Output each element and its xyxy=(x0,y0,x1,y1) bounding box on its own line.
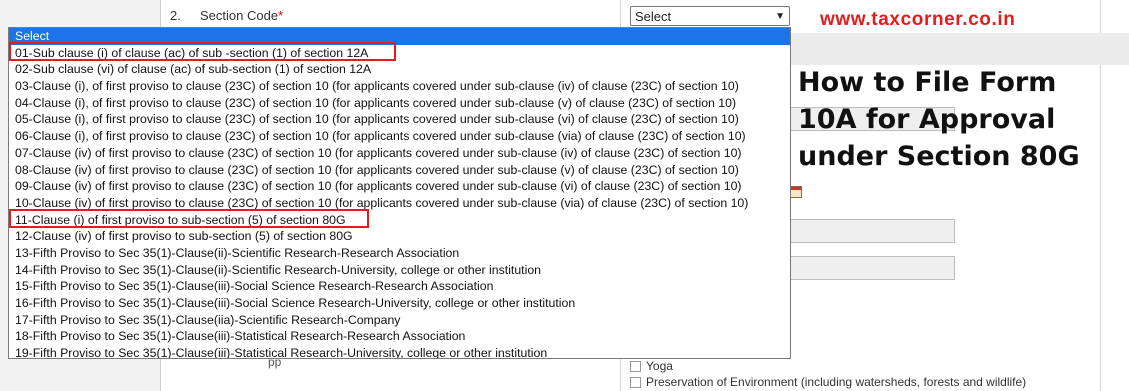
dropdown-option[interactable]: 08-Clause (iv) of first proviso to claus… xyxy=(9,162,790,179)
dropdown-option[interactable]: 11-Clause (i) of first proviso to sub-se… xyxy=(9,212,790,229)
dropdown-option[interactable]: 13-Fifth Proviso to Sec 35(1)-Clause(ii)… xyxy=(9,245,790,262)
dropdown-option[interactable]: 19-Fifth Proviso to Sec 35(1)-Clause(iii… xyxy=(9,345,790,358)
required-mark: * xyxy=(278,8,284,23)
dropdown-option[interactable]: 10-Clause (iv) of first proviso to claus… xyxy=(9,195,790,212)
article-heading: How to File Form 10A for Approval under … xyxy=(798,64,1118,175)
row-number: 2. xyxy=(170,8,181,23)
background-input-field-3[interactable] xyxy=(790,256,955,280)
section-code-select-value: Select xyxy=(635,8,672,24)
dropdown-option[interactable]: 04-Clause (i), of first proviso to claus… xyxy=(9,95,790,112)
heading-line: How to File Form xyxy=(798,67,1057,98)
dropdown-option[interactable]: 02-Sub clause (vi) of clause (ac) of sub… xyxy=(9,61,790,78)
section-code-dropdown-list[interactable]: Select 01-Sub clause (i) of clause (ac) … xyxy=(8,27,791,359)
object-checkbox-row[interactable]: Preservation of Environment (including w… xyxy=(630,375,1026,389)
dropdown-option[interactable]: 07-Clause (iv) of first proviso to claus… xyxy=(9,145,790,162)
calendar-icon[interactable] xyxy=(790,186,802,198)
dropdown-option[interactable]: 09-Clause (iv) of first proviso to claus… xyxy=(9,178,790,195)
chevron-down-icon: ▼ xyxy=(775,10,785,22)
yoga-checkbox[interactable] xyxy=(630,360,641,372)
object-label: Preservation of Environment (including w… xyxy=(646,375,1027,389)
environment-checkbox[interactable] xyxy=(630,376,641,388)
object-label: Yoga xyxy=(646,359,673,373)
section-code-label: Section Code* xyxy=(200,8,284,23)
dropdown-option[interactable]: 18-Fifth Proviso to Sec 35(1)-Clause(iii… xyxy=(9,328,790,345)
dropdown-option[interactable]: 05-Clause (i), of first proviso to claus… xyxy=(9,111,790,128)
dropdown-option[interactable]: 06-Clause (i), of first proviso to claus… xyxy=(9,128,790,145)
heading-line: 10A for Approval xyxy=(798,104,1056,135)
object-checkbox-row[interactable]: Yoga xyxy=(630,359,673,373)
dropdown-option[interactable]: 14-Fifth Proviso to Sec 35(1)-Clause(ii)… xyxy=(9,262,790,279)
section-code-select[interactable]: Select ▼ xyxy=(630,6,790,26)
dropdown-option[interactable]: 12-Clause (iv) of first proviso to sub-s… xyxy=(9,228,790,245)
heading-line: under Section 80G xyxy=(798,141,1080,172)
dropdown-option[interactable]: 15-Fifth Proviso to Sec 35(1)-Clause(iii… xyxy=(9,278,790,295)
dropdown-option[interactable]: 01-Sub clause (i) of clause (ac) of sub … xyxy=(9,45,790,62)
background-input-field-2[interactable] xyxy=(790,219,955,243)
dropdown-option[interactable]: 17-Fifth Proviso to Sec 35(1)-Clause(iia… xyxy=(9,312,790,329)
dropdown-option[interactable]: 16-Fifth Proviso to Sec 35(1)-Clause(iii… xyxy=(9,295,790,312)
watermark: www.taxcorner.co.in xyxy=(820,9,1016,30)
dropdown-option[interactable]: 03-Clause (i), of first proviso to claus… xyxy=(9,78,790,95)
dropdown-option[interactable]: Select xyxy=(9,28,790,45)
